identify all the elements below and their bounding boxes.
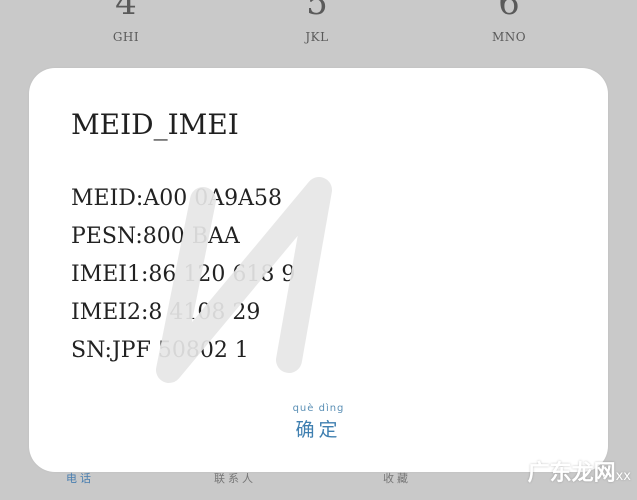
- meid-imei-dialog: MEID_IMEI MEID:A00 0A9A58 PESN:800 BAA I…: [29, 68, 608, 472]
- dialog-title: MEID_IMEI: [71, 108, 239, 141]
- watermark-text: 广东龙网: [527, 461, 616, 486]
- watermark-suffix: xx: [615, 469, 631, 484]
- key-letters: GHI: [112, 30, 140, 44]
- key-letters: JKL: [305, 30, 329, 44]
- key-4[interactable]: 4 GHI: [66, 0, 186, 44]
- confirm-button[interactable]: què dìng 确定: [29, 403, 608, 442]
- nav-tab-contacts[interactable]: 联系人: [214, 470, 256, 486]
- key-digit: 5: [306, 0, 328, 23]
- redaction-scribble: [156, 177, 332, 383]
- nav-tab-phone[interactable]: 电话: [66, 470, 94, 486]
- dial-keypad: 4 GHI 5 JKL 6 MNO: [0, 0, 637, 60]
- key-digit: 4: [115, 0, 137, 23]
- key-digit: 6: [498, 0, 520, 23]
- key-5[interactable]: 5 JKL: [257, 0, 377, 44]
- confirm-label: 确定: [295, 419, 342, 441]
- key-letters: MNO: [491, 30, 527, 44]
- key-6[interactable]: 6 MNO: [449, 0, 569, 44]
- site-watermark: 广东龙网xx: [528, 455, 631, 487]
- nav-tab-favorites[interactable]: 收藏: [383, 470, 411, 486]
- confirm-pinyin: què dìng: [292, 403, 345, 414]
